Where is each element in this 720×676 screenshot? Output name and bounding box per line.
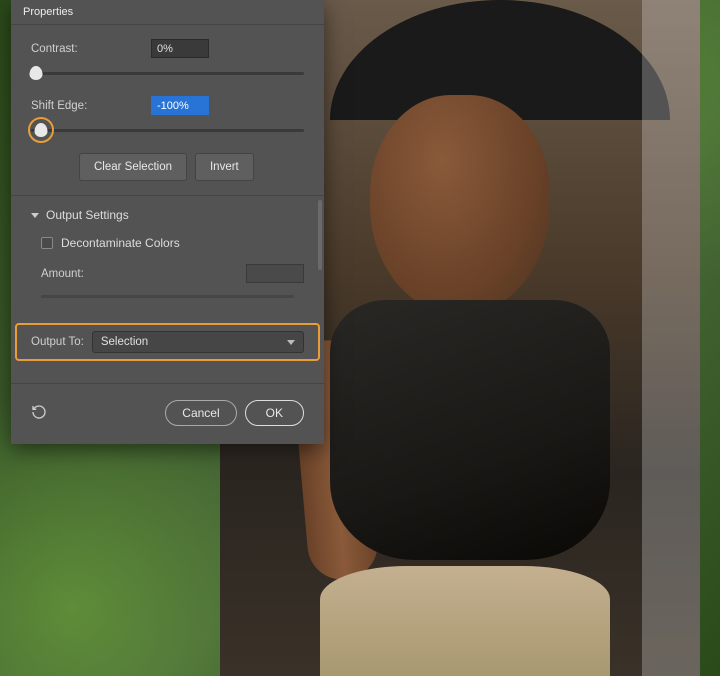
amount-label: Amount: (41, 268, 151, 280)
decontaminate-row[interactable]: Decontaminate Colors (41, 236, 304, 250)
output-to-label: Output To: (31, 336, 84, 348)
shift-edge-slider[interactable] (31, 121, 304, 139)
amount-row: Amount: (41, 264, 304, 283)
contrast-label: Contrast: (31, 43, 151, 55)
ok-button[interactable]: OK (245, 400, 304, 426)
decontaminate-checkbox[interactable] (41, 237, 53, 249)
output-to-dropdown[interactable]: Selection (92, 331, 304, 353)
section-divider (11, 195, 324, 196)
output-settings-header[interactable]: Output Settings (31, 208, 304, 222)
reset-icon[interactable] (31, 404, 47, 423)
shift-edge-row: Shift Edge: (31, 96, 304, 115)
panel-footer: Cancel OK (11, 383, 324, 444)
output-settings-label: Output Settings (46, 208, 129, 222)
amount-slider (41, 287, 294, 305)
panel-body: Contrast: Shift Edge: Clear Selection In… (11, 24, 324, 383)
shift-edge-label: Shift Edge: (31, 100, 151, 112)
decontaminate-label: Decontaminate Colors (61, 236, 180, 250)
output-to-selected: Selection (101, 336, 148, 348)
contrast-input[interactable] (151, 39, 209, 58)
clear-selection-button[interactable]: Clear Selection (79, 153, 187, 181)
panel-scrollbar[interactable] (318, 200, 322, 270)
chevron-down-icon (287, 340, 295, 345)
selection-buttons-row: Clear Selection Invert (79, 153, 304, 181)
cancel-button[interactable]: Cancel (165, 400, 236, 426)
amount-slider-track (41, 295, 294, 298)
contrast-slider-thumb[interactable] (30, 66, 43, 80)
shift-edge-slider-track (31, 129, 304, 132)
shift-edge-slider-thumb[interactable] (34, 123, 47, 137)
photo-face (370, 95, 550, 315)
contrast-slider[interactable] (31, 64, 304, 82)
properties-tab[interactable]: Properties (11, 0, 85, 23)
shift-edge-input[interactable] (151, 96, 209, 115)
selection-mask-overlay (642, 0, 700, 676)
photo-torso (330, 300, 610, 560)
output-to-row: Output To: Selection (31, 331, 304, 353)
contrast-row: Contrast: (31, 39, 304, 58)
contrast-slider-track (31, 72, 304, 75)
chevron-down-icon (31, 213, 39, 218)
invert-button[interactable]: Invert (195, 153, 254, 181)
photo-pants (320, 566, 610, 676)
properties-panel: Properties Contrast: Shift Edge: Clear S… (11, 0, 324, 444)
output-to-container: Output To: Selection (15, 323, 320, 361)
footer-buttons: Cancel OK (165, 400, 304, 426)
amount-input (246, 264, 304, 283)
